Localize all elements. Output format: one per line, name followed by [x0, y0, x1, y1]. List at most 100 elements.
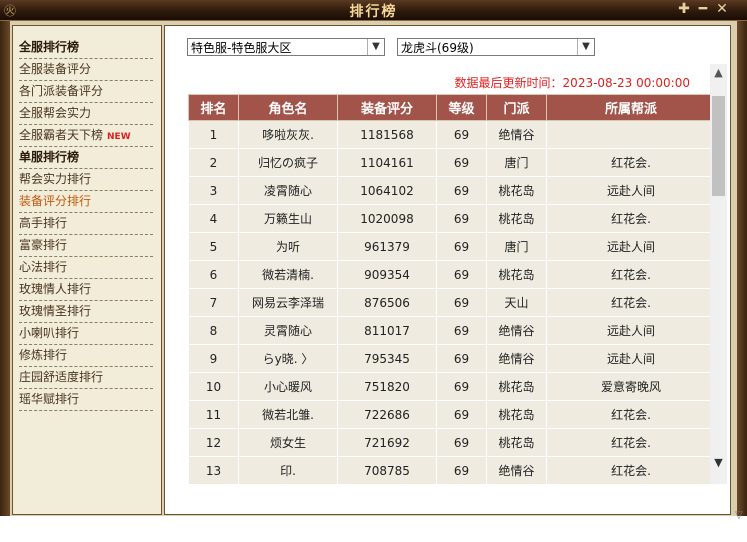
table-cell: 751820	[337, 372, 437, 401]
table-cell: 11	[188, 400, 239, 429]
pin-icon[interactable]: ✚	[676, 1, 692, 17]
table-cell: 红花会.	[546, 288, 716, 317]
table-cell: 1020098	[337, 204, 437, 233]
table-row[interactable]: 8 灵霄随心 811017 69 绝情谷 远赴人间	[188, 316, 716, 345]
table-cell: 2	[188, 148, 239, 177]
sidebar-item[interactable]: 高手排行	[19, 213, 153, 235]
column-header: 所属帮派	[546, 94, 716, 121]
title-bar[interactable]: ㊋ 排行榜 ✚ ━ ✕	[0, 0, 747, 21]
minimize-icon[interactable]: ━	[695, 1, 711, 17]
table-cell: 红花会.	[546, 204, 716, 233]
table-cell: 灵霄随心	[238, 316, 338, 345]
table-row[interactable]: 13 印. 708785 69 绝情谷 红花会.	[188, 456, 716, 485]
table-cell: 69	[436, 372, 487, 401]
update-time: 数据最后更新时间：2023-08-23 00:00:00	[454, 76, 690, 90]
sidebar-item[interactable]: 富豪排行	[19, 235, 153, 257]
table-cell: 69	[436, 288, 487, 317]
scroll-down-icon[interactable]: ▼	[710, 454, 727, 471]
sidebar-item-label: 富豪排行	[19, 238, 68, 252]
column-header: 排名	[188, 94, 239, 121]
table-row[interactable]: 10 小心暖风 751820 69 桃花岛 爱意寄晚风	[188, 372, 716, 401]
table-row[interactable]: 12 烦女生 721692 69 桃花岛 红花会.	[188, 428, 716, 457]
sidebar-item[interactable]: 修炼排行	[19, 345, 153, 367]
sidebar-item-label: 修炼排行	[19, 348, 68, 362]
table-row[interactable]: 7 网易云李泽瑞 876506 69 天山 红花会.	[188, 288, 716, 317]
sidebar-item[interactable]: 全服霸者天下榜 NEW	[19, 125, 153, 147]
table-cell: 红花会.	[546, 428, 716, 457]
column-header: 门派	[486, 94, 547, 121]
table-row[interactable]: 3 凌霄随心 1064102 69 桃花岛 远赴人间	[188, 176, 716, 205]
sidebar-item[interactable]: 装备评分排行	[19, 191, 153, 213]
sidebar-item[interactable]: 全服装备评分	[19, 59, 153, 81]
ranking-window: ㊋ 排行榜 ✚ ━ ✕ 全服排行榜 全服装备评分 各门派装备评分 全服帮会实力 全服霸者…	[0, 0, 747, 542]
sidebar-item-label: 全服霸者天下榜	[19, 128, 104, 142]
sidebar-item-label: 全服帮会实力	[19, 106, 92, 120]
table-cell: 万籁生山	[238, 204, 338, 233]
table-cell: 876506	[337, 288, 437, 317]
scroll-up-icon[interactable]: ▲	[710, 64, 727, 81]
table-cell: 3	[188, 176, 239, 205]
table-cell: 1064102	[337, 176, 437, 205]
table-cell: 5	[188, 232, 239, 261]
sidebar-item[interactable]: 庄园舒适度排行	[19, 367, 153, 389]
table-cell: 绝情谷	[486, 316, 547, 345]
table-row[interactable]: 1 哆啦灰灰. 1181568 69 绝情谷	[188, 120, 716, 149]
main-panel: 特色服-特色服大区 ▼ 龙虎斗(69级) ▼ 数据最后更新时间：2023-08-…	[164, 25, 731, 515]
table-cell: 69	[436, 428, 487, 457]
table-row[interactable]: 11 微若北雏. 722686 69 桃花岛 红花会.	[188, 400, 716, 429]
category-select[interactable]: 龙虎斗(69级) ▼	[397, 38, 595, 56]
table-cell: 为听	[238, 232, 338, 261]
dropdown-arrow-icon[interactable]: ▼	[577, 39, 594, 55]
table-cell: らy晓. 〉	[238, 344, 338, 373]
table-cell: 小心暖风	[238, 372, 338, 401]
table-cell	[546, 120, 716, 149]
table-row[interactable]: 5 为听 961379 69 唐门 远赴人间	[188, 232, 716, 261]
scroll-thumb[interactable]	[712, 96, 725, 196]
column-header: 角色名	[238, 94, 338, 121]
table-cell: 9	[188, 344, 239, 373]
sidebar-item[interactable]: 全服帮会实力	[19, 103, 153, 125]
sidebar-section-header: 单服排行榜	[19, 147, 153, 169]
table-cell: 网易云李泽瑞	[238, 288, 338, 317]
table-cell: 桃花岛	[486, 400, 547, 429]
table-cell: 795345	[337, 344, 437, 373]
table-scrollbar[interactable]: ▲ ▼	[710, 64, 727, 484]
dropdown-arrow-icon[interactable]: ▼	[367, 39, 384, 55]
sidebar-item[interactable]: 瑶华赋排行	[19, 389, 153, 411]
server-select[interactable]: 特色服-特色服大区 ▼	[187, 38, 385, 56]
table-row[interactable]: 6 微若清楠. 909354 69 桃花岛 红花会.	[188, 260, 716, 289]
table-cell: 烦女生	[238, 428, 338, 457]
table-cell: 69	[436, 344, 487, 373]
table-cell: 绝情谷	[486, 120, 547, 149]
table-cell: 1181568	[337, 120, 437, 149]
table-row[interactable]: 9 らy晓. 〉 795345 69 绝情谷 远赴人间	[188, 344, 716, 373]
table-cell: 红花会.	[546, 400, 716, 429]
sidebar-item[interactable]: 小喇叭排行	[19, 323, 153, 345]
table-cell: 桃花岛	[486, 428, 547, 457]
sidebar-item[interactable]: 玫瑰情圣排行	[19, 301, 153, 323]
sidebar-item[interactable]: 心法排行	[19, 257, 153, 279]
table-cell: 8	[188, 316, 239, 345]
column-header: 等级	[436, 94, 487, 121]
server-select-value: 特色服-特色服大区	[191, 41, 292, 55]
table-cell: 桃花岛	[486, 260, 547, 289]
table-row[interactable]: 4 万籁生山 1020098 69 桃花岛 红花会.	[188, 204, 716, 233]
table-row[interactable]: 2 归忆の疯子 1104161 69 唐门 红花会.	[188, 148, 716, 177]
sidebar-item[interactable]: 帮会实力排行	[19, 169, 153, 191]
sidebar-item-label: 全服排行榜	[19, 40, 80, 54]
sidebar-item-label: 庄园舒适度排行	[19, 370, 104, 384]
table-cell: 桃花岛	[486, 176, 547, 205]
close-icon[interactable]: ✕	[714, 1, 730, 17]
table-cell: 13	[188, 456, 239, 485]
table-cell: 天山	[486, 288, 547, 317]
sidebar-item[interactable]: 各门派装备评分	[19, 81, 153, 103]
sidebar-item-label: 高手排行	[19, 216, 68, 230]
table-cell: 红花会.	[546, 148, 716, 177]
table-cell: 微若北雏.	[238, 400, 338, 429]
table-cell: 桃花岛	[486, 372, 547, 401]
sidebar-item[interactable]: 玫瑰情人排行	[19, 279, 153, 301]
table-cell: 69	[436, 148, 487, 177]
sidebar-item-label: 单服排行榜	[19, 150, 80, 164]
outer-scroll-down-icon[interactable]: ▽	[733, 510, 745, 522]
column-header: 装备评分	[337, 94, 437, 121]
